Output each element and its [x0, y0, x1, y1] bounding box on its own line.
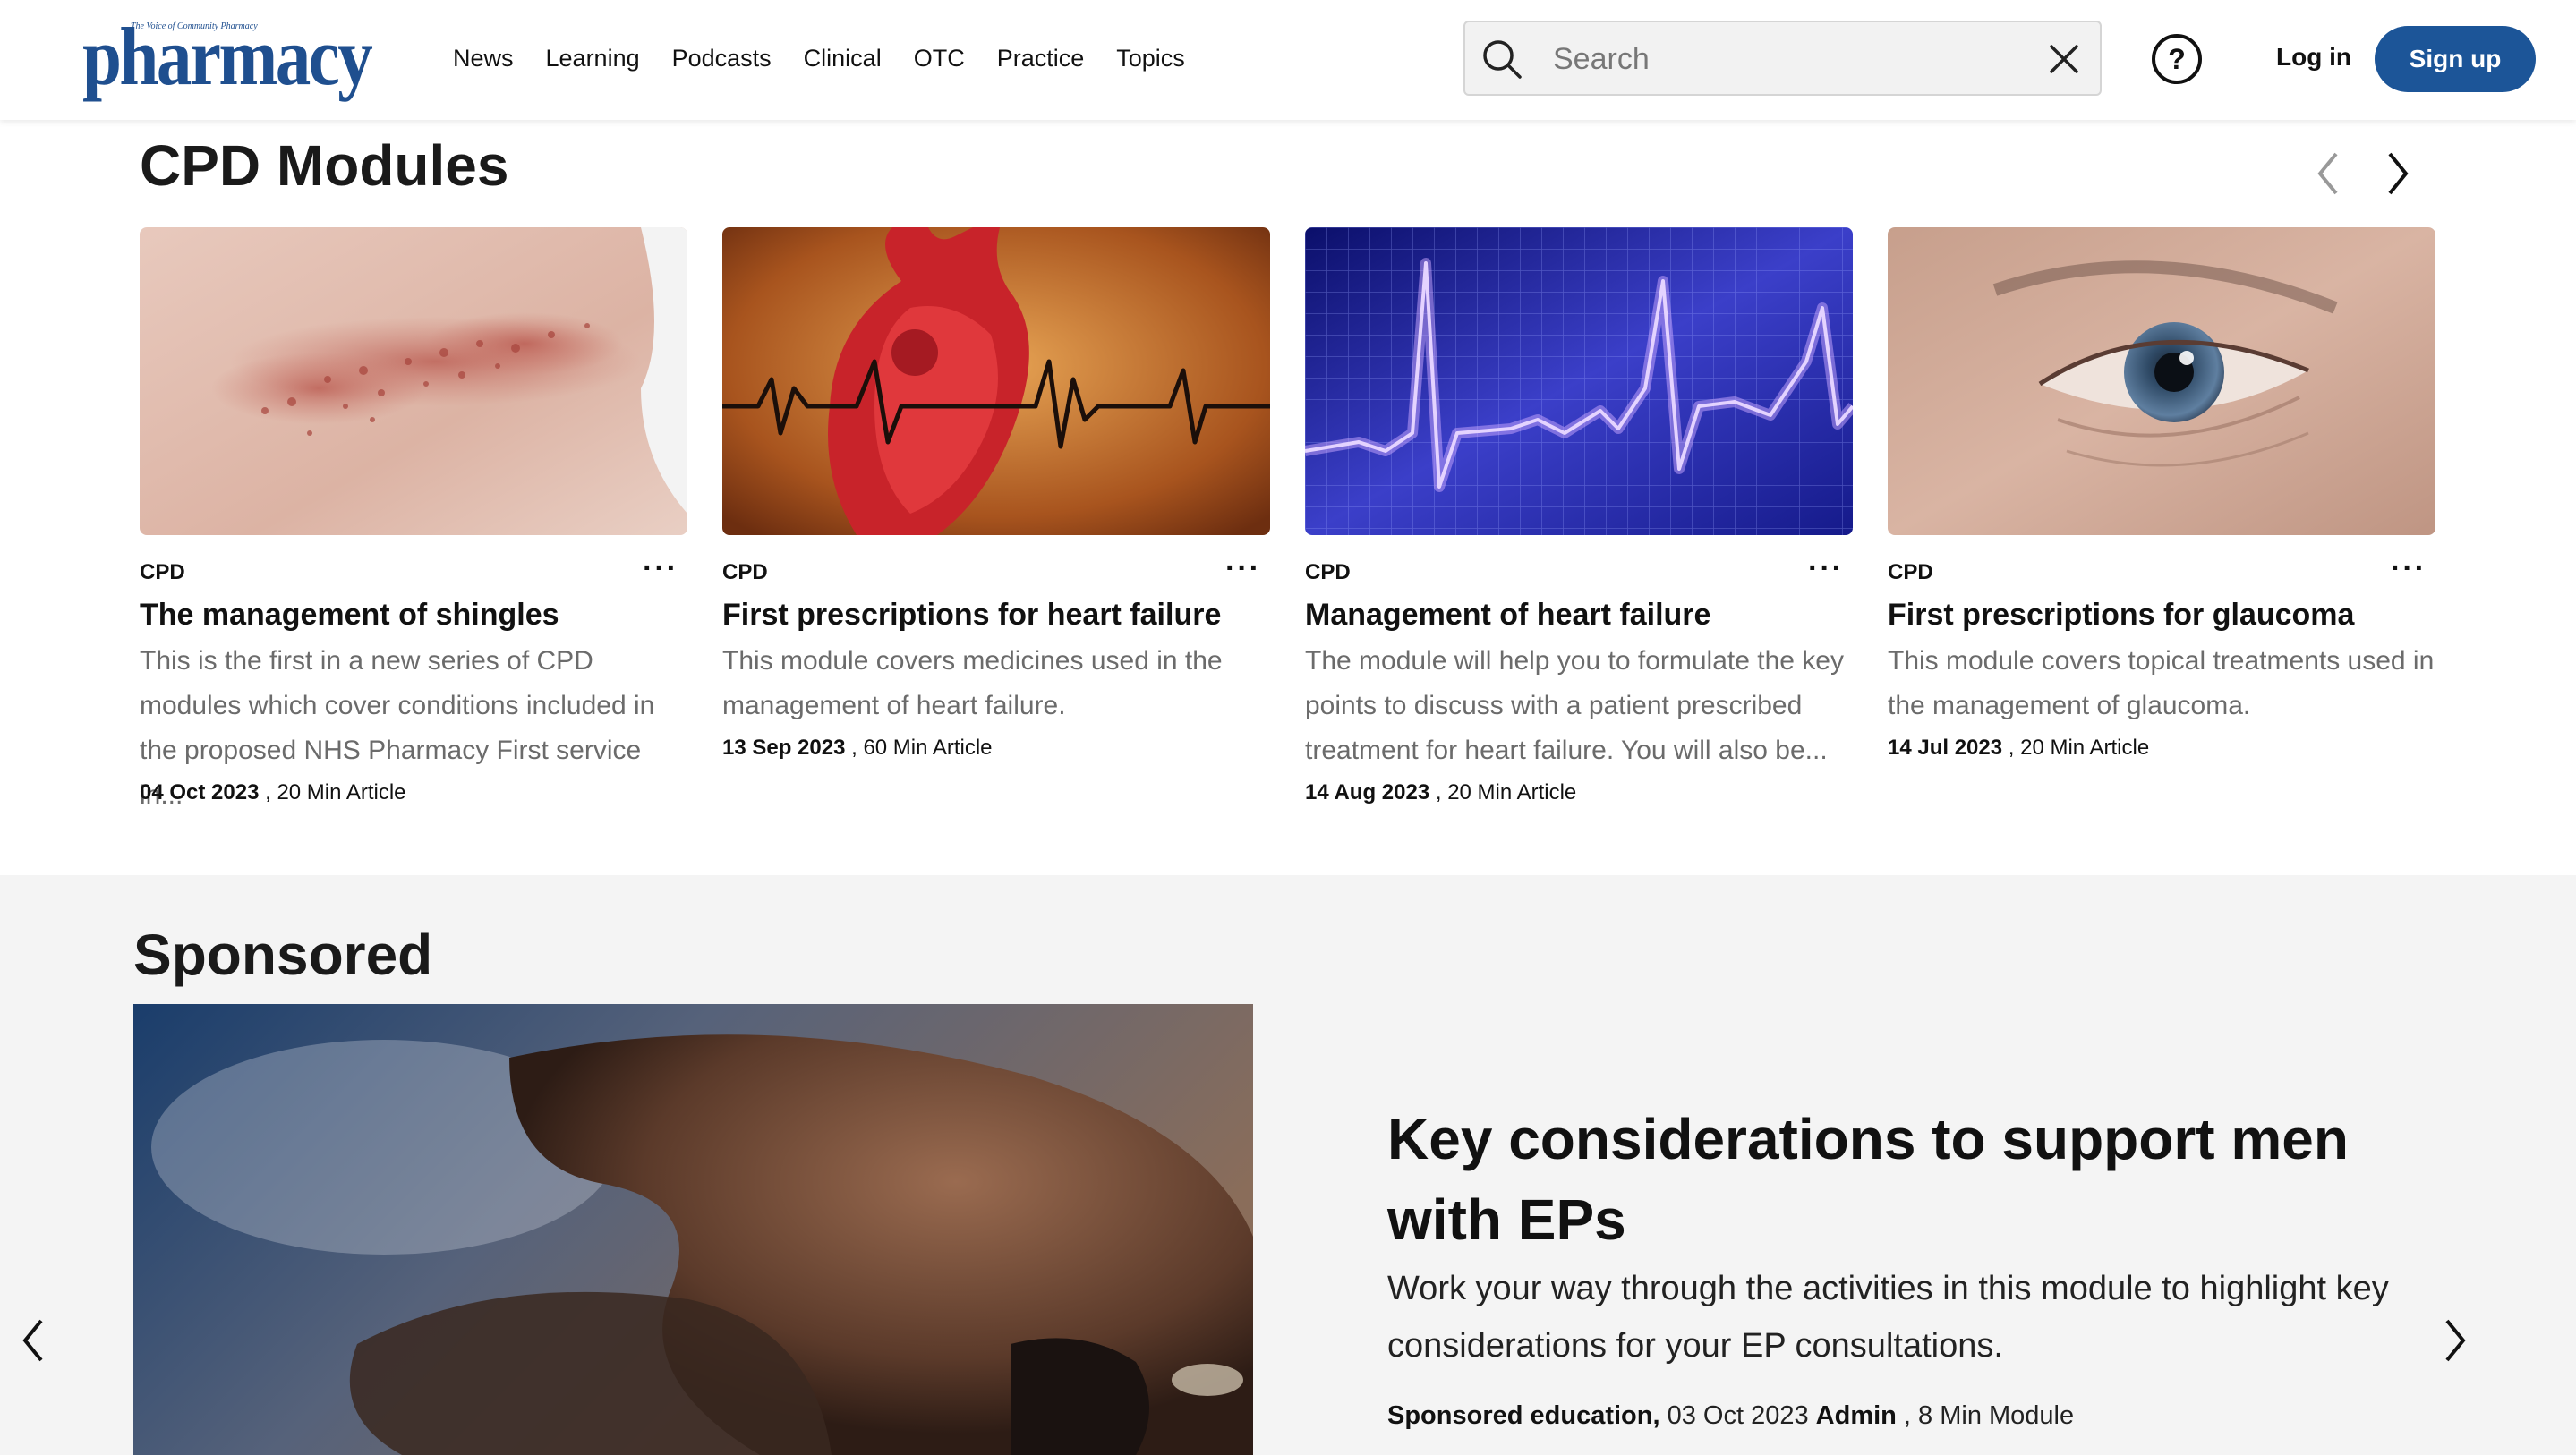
card-title[interactable]: First prescriptions for heart failure: [722, 598, 1221, 633]
card-description: The module will help you to formulate th…: [1305, 646, 1844, 765]
more-options-icon[interactable]: ···: [1808, 551, 1844, 586]
card-meta: 14 Aug 2023 , 20 Min Article: [1305, 780, 1576, 805]
card-meta: 04 Oct 2023 , 20 Min Article: [140, 780, 406, 805]
nav-learning[interactable]: Learning: [546, 45, 640, 72]
svg-text:?: ?: [2168, 43, 2186, 75]
card-title[interactable]: The management of shingles: [140, 598, 559, 633]
sponsored-author: Admin: [1815, 1401, 1897, 1430]
card-description: This module covers topical treatments us…: [1888, 646, 2435, 720]
site-header: The Voice of Community Pharmacy pharmacy…: [0, 0, 2576, 120]
shingles-image[interactable]: [140, 227, 687, 535]
main-nav: News Learning Podcasts Clinical OTC Prac…: [453, 45, 1217, 72]
chevron-right-icon[interactable]: [2442, 1317, 2469, 1364]
sponsored-heading: Sponsored: [133, 923, 433, 987]
card-title[interactable]: First prescriptions for glaucoma: [1888, 598, 2354, 633]
sponsored-image[interactable]: [133, 1004, 1253, 1455]
nav-clinical[interactable]: Clinical: [804, 45, 882, 72]
card-duration: , 20 Min Article: [1429, 780, 1577, 804]
question-circle-icon[interactable]: ?: [2150, 32, 2204, 86]
sponsored-section: Sponsored Key considerations to support …: [0, 875, 2576, 1455]
nav-news[interactable]: News: [453, 45, 514, 72]
chevron-right-icon[interactable]: [2384, 150, 2411, 197]
more-options-icon[interactable]: ···: [1225, 551, 1261, 586]
search-icon[interactable]: [1481, 38, 1523, 80]
nav-topics[interactable]: Topics: [1116, 45, 1185, 72]
cpd-card[interactable]: CPD ··· The management of shingles This …: [140, 227, 687, 810]
card-date: 13 Sep 2023: [722, 736, 846, 760]
cpd-heading: CPD Modules: [140, 133, 509, 198]
more-options-icon[interactable]: ···: [2391, 551, 2427, 586]
card-duration: , 60 Min Article: [845, 736, 993, 760]
card-meta: 14 Jul 2023 , 20 Min Article: [1888, 736, 2149, 761]
card-category: CPD: [1888, 560, 1933, 584]
cpd-card[interactable]: CPD ··· First prescriptions for heart fa…: [722, 227, 1270, 760]
card-date: 04 Oct 2023: [140, 780, 260, 804]
card-description: This module covers medicines used in the…: [722, 646, 1223, 720]
card-category: CPD: [140, 560, 185, 584]
sponsored-duration: , 8 Min Module: [1896, 1401, 2075, 1430]
card-category: CPD: [1305, 560, 1351, 584]
sponsored-headline[interactable]: Key considerations to support men with E…: [1387, 1099, 2390, 1260]
eye-image[interactable]: [1888, 227, 2435, 535]
card-duration: , 20 Min Article: [259, 780, 406, 804]
search-box: [1463, 21, 2102, 96]
heart-image[interactable]: [722, 227, 1270, 535]
logo-wordmark: pharmacy: [82, 11, 373, 102]
nav-otc[interactable]: OTC: [914, 45, 965, 72]
login-link[interactable]: Log in: [2276, 43, 2351, 72]
signup-button[interactable]: Sign up: [2375, 26, 2536, 92]
nav-practice[interactable]: Practice: [997, 45, 1085, 72]
card-duration: , 20 Min Article: [2002, 736, 2150, 760]
card-meta: 13 Sep 2023 , 60 Min Article: [722, 736, 993, 761]
cpd-card[interactable]: CPD ··· First prescriptions for glaucoma…: [1888, 227, 2435, 760]
sponsored-meta: Sponsored education, 03 Oct 2023 Admin ,…: [1387, 1401, 2074, 1431]
chevron-left-icon[interactable]: [2315, 150, 2341, 197]
chevron-left-icon[interactable]: [20, 1317, 47, 1364]
sponsored-category: Sponsored education,: [1387, 1401, 1660, 1430]
close-icon[interactable]: [2047, 42, 2081, 76]
pharmacy-logo[interactable]: The Voice of Community Pharmacy pharmacy: [82, 11, 373, 102]
card-date: 14 Aug 2023: [1305, 780, 1430, 804]
cpd-card[interactable]: CPD ··· Management of heart failure The …: [1305, 227, 1853, 804]
ecg-image[interactable]: [1305, 227, 1853, 535]
sponsored-date: 03 Oct 2023: [1659, 1401, 1816, 1430]
more-options-icon[interactable]: ···: [643, 551, 678, 586]
card-date: 14 Jul 2023: [1888, 736, 2003, 760]
nav-podcasts[interactable]: Podcasts: [672, 45, 772, 72]
card-title[interactable]: Management of heart failure: [1305, 598, 1710, 633]
card-category: CPD: [722, 560, 768, 584]
sponsored-description: Work your way through the activities in …: [1387, 1270, 2389, 1365]
search-input[interactable]: [1551, 38, 2020, 80]
